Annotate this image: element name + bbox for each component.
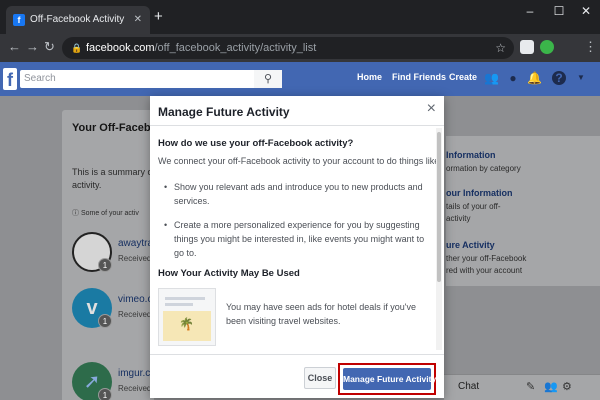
note-text: Some of your activ [80,210,139,217]
right-info-card: Information ormation by category our Inf… [446,136,600,286]
address-bar[interactable]: 🔒 facebook.com/off_facebook_activity/act… [62,37,514,59]
friends-icon[interactable]: 👥 [484,71,499,85]
facebook-favicon-icon: f [13,14,25,26]
search-placeholder: Search [24,73,56,84]
new-group-icon[interactable]: 👥 [544,380,558,393]
maximize-icon[interactable]: ☐ [549,4,569,18]
new-tab-button[interactable]: + [154,7,163,27]
card-summary: This is a summary of activity. [72,166,156,192]
info-text: ther your off-Facebook [446,254,527,263]
info-note: ⓘ Some of your activ [72,210,139,217]
placeholder-line [165,303,193,306]
window-close-icon[interactable]: ✕ [576,4,596,18]
back-arrow-icon[interactable]: ← [8,39,21,55]
site-row-awaytravel[interactable]: 1 awaytra Received [72,232,154,282]
info-heading[interactable]: Information [446,150,496,160]
count-badge: 1 [98,258,112,272]
search-input[interactable]: Search ⚲ [20,70,282,88]
info-text: tails of your off- [446,202,501,211]
bullet-dot: • [164,220,168,230]
chat-bar[interactable]: Chat ✎ 👥 ⚙ [444,374,600,400]
site-row-vimeo[interactable]: v 1 vimeo.c Received [72,288,154,338]
extension-icon[interactable] [520,40,534,54]
facebook-header: f Search ⚲ Home Find Friends Create 👥 ● … [0,62,600,96]
scrollbar-thumb[interactable] [437,132,441,282]
dialog-footer: Close Manage Future Activity [150,354,444,398]
bullet-dot: • [164,182,168,192]
summary-line: activity. [72,180,102,190]
info-heading[interactable]: our Information [446,188,513,198]
chat-label: Chat [458,381,480,392]
hotel-ad-illustration-icon: 🌴 [158,288,216,346]
url-host: facebook.com [86,42,155,54]
facebook-logo-icon[interactable]: f [3,68,17,90]
browser-tab[interactable]: f Off-Facebook Activity ✕ [6,6,150,34]
notifications-bell-icon[interactable]: 🔔 [527,71,542,85]
settings-gear-icon[interactable]: ⚙ [562,380,572,393]
bookmark-star-icon[interactable]: ☆ [495,37,506,59]
url-path: /off_facebook_activity/activity_list [154,42,317,54]
grammarly-icon[interactable] [540,40,554,54]
minimize-icon[interactable]: – [520,4,540,18]
help-icon[interactable]: ? [552,71,566,85]
manage-future-activity-button[interactable]: Manage Future Activity [343,368,436,390]
info-text: ormation by category [446,164,521,173]
site-name: vimeo.c [118,294,153,305]
account-menu-icon[interactable]: ▼ [574,71,588,85]
nav-create[interactable]: Create [449,72,477,82]
tab-title: Off-Facebook Activity [30,14,125,25]
info-text: red with your account [446,266,523,275]
site-row-imgur[interactable]: ➚ 1 imgur.c Received [72,362,154,400]
nav-home[interactable]: Home [357,72,382,82]
placeholder-line [165,297,205,300]
dialog-title: Manage Future Activity [158,105,290,119]
lock-icon: 🔒 [71,43,83,53]
bullet-text: Create a more personalized experience fo… [174,220,425,258]
question-heading: How do we use your off-Facebook activity… [158,138,354,149]
off-facebook-activity-card: Your Off-Facebo This is a summary of act… [62,110,158,400]
how-text: You may have seen ads for hotel deals if… [226,302,417,326]
summary-line: This is a summary of [72,167,156,177]
browser-toolbar: ← → ↻ 🔒 facebook.com/off_facebook_activi… [0,34,600,62]
site-name: awaytra [118,238,154,249]
dialog-header: Manage Future Activity × [150,96,444,126]
site-received: Received [118,310,152,319]
messenger-icon[interactable]: ● [506,71,520,85]
site-name: imgur.c [118,368,151,379]
how-heading: How Your Activity May Be Used [158,268,300,279]
info-text: activity [446,214,471,223]
highlight-box: Manage Future Activity [338,363,436,395]
bullet-text: Show you relevant ads and introduce you … [174,182,423,206]
count-badge: 1 [98,314,112,328]
tab-close-icon[interactable]: ✕ [134,6,142,34]
forward-arrow-icon[interactable]: → [26,39,39,55]
compose-icon[interactable]: ✎ [526,380,535,393]
intro-text: We connect your off-Facebook activity to… [158,156,442,166]
close-button[interactable]: Close [304,367,336,389]
count-badge: 1 [98,388,112,400]
browser-tab-bar: f Off-Facebook Activity ✕ + – ☐ ✕ [0,0,600,34]
dialog-scrollbar[interactable] [436,128,442,350]
browser-menu-icon[interactable]: ⋮ [584,39,597,55]
manage-future-activity-dialog: Manage Future Activity × How do we use y… [150,96,444,398]
site-received: Received [118,384,152,393]
search-icon[interactable]: ⚲ [254,70,282,88]
dialog-close-icon[interactable]: × [427,100,436,118]
card-title: Your Off-Facebo [72,122,158,134]
reload-icon[interactable]: ↻ [44,39,55,55]
palm-tree-icon: 🌴 [179,317,194,331]
nav-find-friends[interactable]: Find Friends [392,72,446,82]
info-heading[interactable]: ure Activity [446,240,495,250]
site-received: Received [118,254,152,263]
